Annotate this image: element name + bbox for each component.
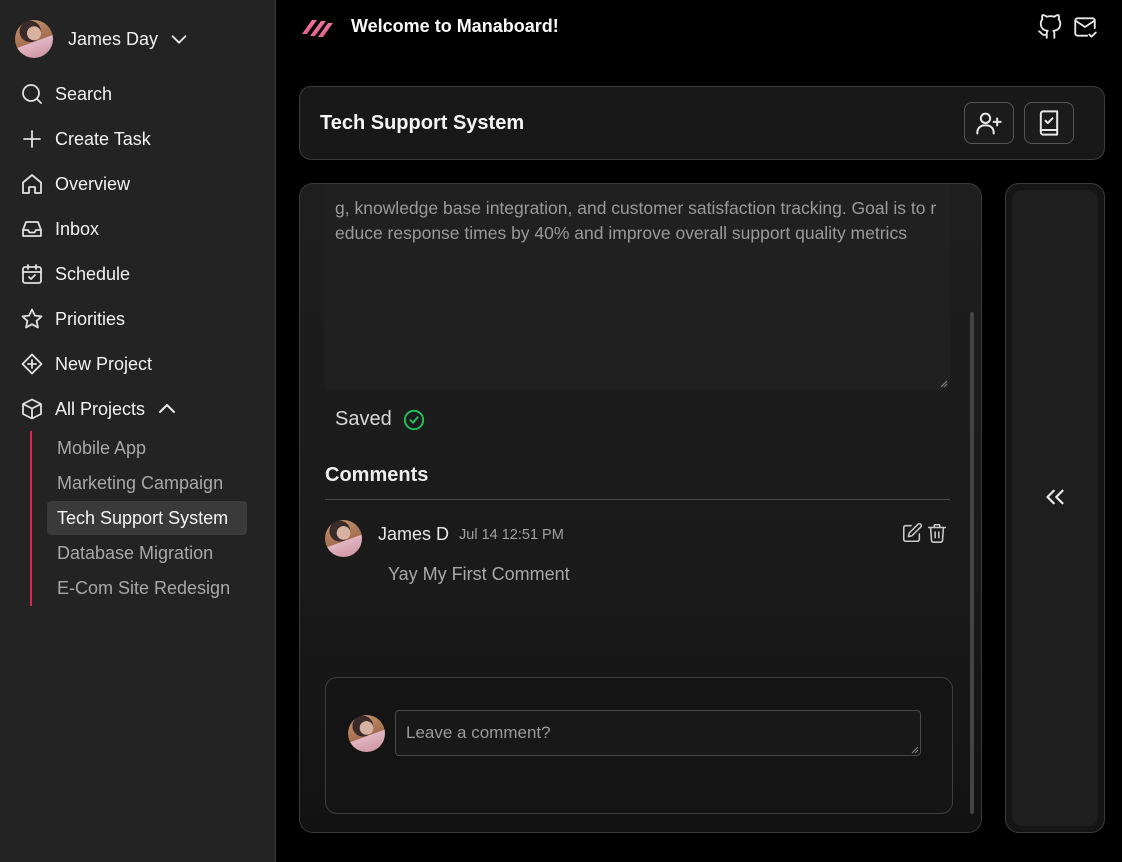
mail-check-icon[interactable]	[1072, 14, 1098, 40]
comment-author: James D	[378, 524, 450, 544]
panel-scrollbar[interactable]	[970, 312, 974, 814]
resize-grip-icon[interactable]	[911, 746, 919, 754]
project-item-marketing-campaign[interactable]: Marketing Campaign	[47, 466, 247, 500]
project-item-tech-support-system[interactable]: Tech Support System	[47, 501, 247, 535]
nav-create-task[interactable]: Create Task	[20, 124, 151, 154]
edit-icon[interactable]	[901, 522, 923, 544]
nav-overview-label: Overview	[55, 173, 131, 194]
resize-grip-icon[interactable]	[940, 380, 948, 388]
comments-heading: Comments	[325, 464, 429, 486]
nav-create-task-label: Create Task	[55, 128, 151, 149]
chevron-down-icon	[171, 35, 187, 44]
calendar-check-icon	[22, 264, 42, 284]
chevrons-left-icon[interactable]	[1040, 482, 1070, 512]
home-icon	[22, 174, 42, 194]
nav-all-projects-label: All Projects	[55, 398, 146, 419]
book-check-icon	[1039, 110, 1059, 136]
task-detail-panel: g, knowledge base integration, and custo…	[299, 183, 982, 833]
comment-text: Yay My First Comment	[388, 564, 570, 584]
side-panel-collapsed	[1005, 183, 1105, 833]
comment-author-avatar	[325, 520, 362, 557]
nav-priorities[interactable]: Priorities	[20, 304, 125, 334]
nav-inbox-label: Inbox	[55, 218, 100, 239]
box-icon	[22, 398, 42, 420]
check-circle-icon	[403, 409, 424, 430]
user-name: James Day	[68, 28, 159, 49]
github-icon[interactable]	[1037, 14, 1063, 40]
nav-new-project[interactable]: New Project	[20, 349, 152, 379]
project-docs-button[interactable]	[1024, 102, 1074, 144]
project-item-mobile-app[interactable]: Mobile App	[47, 431, 247, 465]
nav-schedule-label: Schedule	[55, 263, 131, 284]
manaboard-logo	[302, 20, 333, 37]
inbox-icon	[22, 221, 42, 237]
comment-item: James D Jul 14 12:51 PM Yay My First Com…	[325, 520, 950, 600]
project-title: Tech Support System	[320, 112, 525, 134]
comment-composer	[325, 677, 953, 814]
user-avatar	[15, 20, 53, 58]
search-icon	[22, 84, 42, 104]
nav-search-label: Search	[55, 83, 113, 104]
chevron-up-icon[interactable]	[155, 397, 179, 421]
save-status: Saved	[335, 408, 425, 431]
project-list: Mobile App Marketing Campaign Tech Suppo…	[30, 431, 248, 606]
save-status-label: Saved	[335, 408, 392, 430]
trash-icon[interactable]	[926, 522, 948, 544]
comment-input[interactable]	[395, 710, 921, 756]
comment-timestamp: Jul 14 12:51 PM	[459, 527, 564, 543]
composer-avatar	[348, 715, 385, 752]
project-item-ecom-site-redesign[interactable]: E-Com Site Redesign	[47, 571, 247, 605]
star-icon	[21, 308, 43, 329]
nav-schedule[interactable]: Schedule	[20, 259, 130, 289]
sidebar: James Day Search Create Task Overview In…	[0, 0, 276, 862]
add-member-icon	[976, 112, 1002, 135]
nav-priorities-label: Priorities	[55, 308, 126, 329]
plus-icon	[23, 130, 41, 148]
welcome-title: Welcome to Manaboard!	[351, 16, 559, 36]
nav-overview[interactable]: Overview	[20, 169, 130, 199]
project-item-database-migration[interactable]: Database Migration	[47, 536, 247, 570]
nav-all-projects[interactable]: All Projects	[20, 394, 179, 424]
nav-search[interactable]: Search	[20, 79, 112, 109]
description-textarea[interactable]: g, knowledge base integration, and custo…	[325, 184, 950, 390]
description-text: g, knowledge base integration, and custo…	[335, 198, 937, 243]
diamond-plus-icon	[21, 353, 43, 375]
nav-new-project-label: New Project	[55, 353, 153, 374]
nav-inbox[interactable]: Inbox	[20, 214, 99, 244]
comments-divider	[325, 499, 950, 500]
add-member-button[interactable]	[964, 102, 1014, 144]
project-header: Tech Support System	[299, 86, 1105, 160]
user-profile-menu[interactable]: James Day	[15, 19, 190, 59]
